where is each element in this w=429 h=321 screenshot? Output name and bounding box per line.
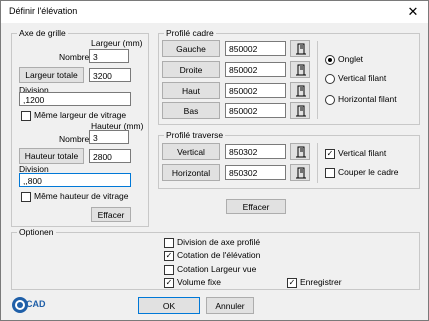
close-icon[interactable]: ✕ — [404, 3, 422, 21]
logo-text: CAD — [26, 299, 46, 309]
profile-picker-icon — [296, 85, 306, 97]
traverse-separator — [317, 143, 318, 183]
app-logo: CAD — [11, 295, 46, 315]
gauche-pick-button[interactable] — [290, 40, 310, 57]
largeur-totale-input[interactable]: 3200 — [89, 68, 131, 82]
horizontal-traverse-button[interactable]: Horizontal — [162, 164, 220, 181]
division-height-input[interactable]: ,,800 — [19, 173, 131, 187]
profile-picker-icon — [296, 64, 306, 76]
enregistrer-checkbox[interactable]: ✓ — [287, 278, 297, 288]
droite-button[interactable]: Droite — [162, 61, 220, 78]
volume-fixe-checkbox[interactable]: ✓ — [164, 278, 174, 288]
cadre-separator — [317, 41, 318, 119]
axe-de-grille-title: Axe de grille — [17, 28, 68, 39]
cotation-largeur-checkbox[interactable] — [164, 265, 174, 275]
onglet-radio[interactable] — [325, 55, 335, 65]
dialog-window: Définir l'élévation ✕ Axe de grille Larg… — [0, 0, 429, 321]
profile-picker-icon — [296, 146, 306, 158]
largeur-totale-button[interactable]: Largeur totale — [19, 67, 84, 83]
profile-picker-icon — [296, 43, 306, 55]
nombre-width-label: Nombre — [59, 52, 90, 62]
ok-button[interactable]: OK — [138, 297, 200, 314]
hauteur-totale-button[interactable]: Hauteur totale — [19, 148, 84, 164]
vertical-traverse-button[interactable]: Vertical — [162, 143, 220, 160]
horizontal-filant-radio[interactable] — [325, 95, 335, 105]
bas-button[interactable]: Bas — [162, 102, 220, 119]
horizontal-traverse-pick-button[interactable] — [290, 164, 310, 181]
division-width-input[interactable]: ,1200 — [19, 92, 131, 106]
vertical-traverse-input[interactable]: 850302 — [225, 144, 286, 159]
annuler-button[interactable]: Annuler — [206, 297, 254, 314]
effacer-axes-button[interactable]: Effacer — [91, 207, 131, 222]
droite-pick-button[interactable] — [290, 61, 310, 78]
meme-largeur-checkbox[interactable] — [21, 111, 31, 121]
division-axe-checkbox[interactable] — [164, 238, 174, 248]
haut-pick-button[interactable] — [290, 82, 310, 99]
cotation-elevation-checkbox[interactable]: ✓ — [164, 251, 174, 261]
enregistrer-label: Enregistrer — [300, 277, 342, 287]
gauche-button[interactable]: Gauche — [162, 40, 220, 57]
horizontal-filant-radio-label: Horizontal filant — [338, 94, 397, 104]
vertical-traverse-pick-button[interactable] — [290, 143, 310, 160]
haut-button[interactable]: Haut — [162, 82, 220, 99]
cotation-largeur-label: Cotation Largeur vue — [177, 264, 257, 274]
bas-pick-button[interactable] — [290, 102, 310, 119]
profile-cadre-title: Profilé cadre — [164, 28, 216, 39]
horizontal-traverse-input[interactable]: 850302 — [225, 165, 286, 180]
gauche-input[interactable]: 850002 — [225, 41, 286, 56]
nombre-width-input[interactable]: 3 — [89, 49, 129, 63]
haut-input[interactable]: 850002 — [225, 83, 286, 98]
nombre-height-label: Nombre — [59, 134, 90, 144]
profile-traverse-title: Profilé traverse — [164, 130, 226, 141]
couper-cadre-label: Couper le cadre — [338, 167, 399, 177]
profile-picker-icon — [296, 105, 306, 117]
vertical-filant-checkbox[interactable]: ✓ — [325, 149, 335, 159]
meme-hauteur-checkbox[interactable] — [21, 192, 31, 202]
title-bar: Définir l'élévation ✕ — [1, 1, 428, 23]
meme-hauteur-label: Même hauteur de vitrage — [34, 191, 129, 201]
window-title: Définir l'élévation — [9, 6, 78, 16]
optionen-title: Optionen — [17, 227, 56, 238]
vertical-filant-checkbox-label: Vertical filant — [338, 148, 387, 158]
hauteur-totale-input[interactable]: 2800 — [89, 149, 131, 163]
vertical-filant-radio-label: Vertical filant — [338, 73, 387, 83]
vertical-filant-radio[interactable] — [325, 74, 335, 84]
couper-cadre-checkbox[interactable] — [325, 168, 335, 178]
meme-largeur-label: Même largeur de vitrage — [34, 110, 127, 120]
profile-picker-icon — [296, 167, 306, 179]
width-header: Largeur (mm) — [91, 38, 143, 48]
volume-fixe-label: Volume fixe — [177, 277, 221, 287]
nombre-height-input[interactable]: 3 — [89, 130, 129, 144]
onglet-label: Onglet — [338, 54, 364, 64]
droite-input[interactable]: 850002 — [225, 62, 286, 77]
effacer-profile-button[interactable]: Effacer — [226, 199, 286, 214]
bas-input[interactable]: 850002 — [225, 103, 286, 118]
division-axe-label: Division de axe profilé — [177, 237, 261, 247]
cotation-elevation-label: Cotation de l'élévation — [177, 250, 261, 260]
